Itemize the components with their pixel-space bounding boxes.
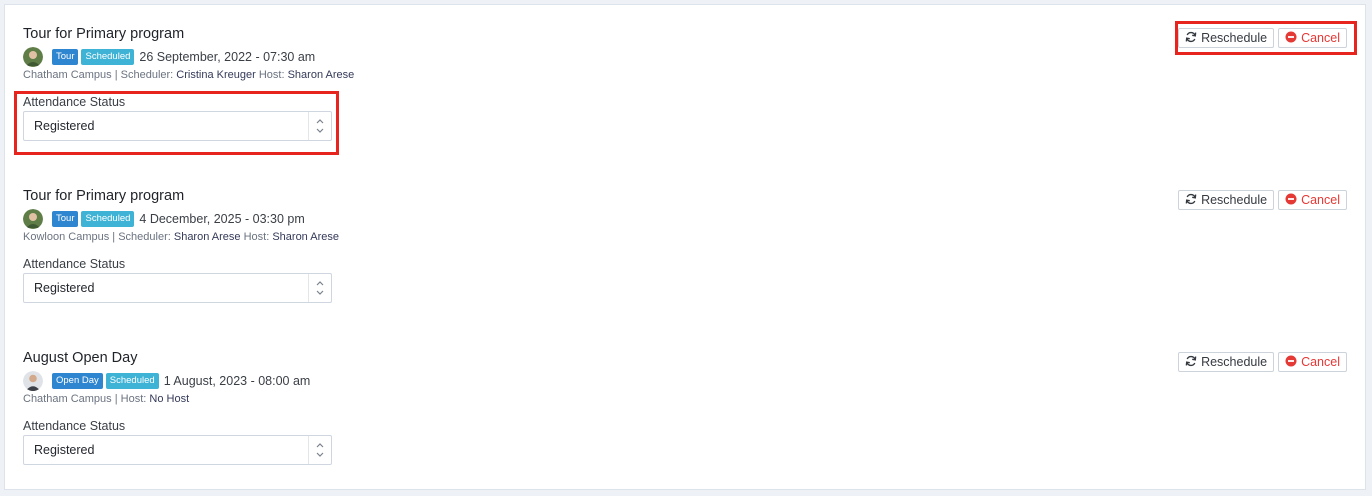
campus-name: Kowloon Campus <box>23 231 110 243</box>
reschedule-label: Reschedule <box>1201 355 1268 369</box>
cancel-label: Cancel <box>1301 193 1340 207</box>
host-label: Host: <box>120 393 147 405</box>
minus-circle-icon <box>1285 355 1297 370</box>
select-arrows-icon <box>308 112 331 140</box>
attendance-status-value: Registered <box>34 281 95 295</box>
status-badge: Scheduled <box>81 211 135 227</box>
refresh-icon <box>1185 355 1197 370</box>
event-actions: Reschedule Cancel <box>1178 190 1347 210</box>
attendance-status-select[interactable]: Registered <box>23 273 332 303</box>
event-type-badge: Tour <box>52 49 79 65</box>
event-item: August Open Day Open Day Scheduled 1 Aug… <box>5 350 1365 490</box>
events-panel: Tour for Primary program Tour Scheduled … <box>4 4 1366 490</box>
event-datetime: 1 August, 2023 - 08:00 am <box>163 374 311 388</box>
attendance-status-select[interactable]: Registered <box>23 435 332 465</box>
avatar <box>23 209 43 229</box>
minus-circle-icon <box>1285 193 1297 208</box>
status-badge: Scheduled <box>105 373 159 389</box>
event-datetime: 26 September, 2022 - 07:30 am <box>139 50 316 64</box>
reschedule-button[interactable]: Reschedule <box>1178 352 1275 372</box>
reschedule-label: Reschedule <box>1201 31 1268 45</box>
avatar <box>23 371 43 391</box>
event-meta: Tour Scheduled 26 September, 2022 - 07:3… <box>23 47 316 67</box>
attendance-status-value: Registered <box>34 443 95 457</box>
event-type-badge: Tour <box>52 211 79 227</box>
cancel-button[interactable]: Cancel <box>1278 190 1347 210</box>
minus-circle-icon <box>1285 31 1297 46</box>
event-title: Tour for Primary program <box>23 188 185 204</box>
cancel-button[interactable]: Cancel <box>1278 28 1347 48</box>
cancel-button[interactable]: Cancel <box>1278 352 1347 372</box>
refresh-icon <box>1185 193 1197 208</box>
select-arrows-icon <box>308 436 331 464</box>
event-title: August Open Day <box>23 350 138 366</box>
host-label: Host: <box>243 231 270 243</box>
event-details: Chatham Campus | Host: No Host <box>23 393 190 405</box>
avatar <box>23 47 43 67</box>
host-name: Sharon Arese <box>272 231 339 243</box>
scheduler-label: Scheduler: <box>118 231 171 243</box>
host-name: No Host <box>149 393 190 405</box>
event-type-badge: Open Day <box>52 373 103 389</box>
event-meta: Tour Scheduled 4 December, 2025 - 03:30 … <box>23 209 305 229</box>
attendance-status-label: Attendance Status <box>23 257 126 271</box>
event-title: Tour for Primary program <box>23 26 185 42</box>
event-meta: Open Day Scheduled 1 August, 2023 - 08:0… <box>23 371 311 391</box>
campus-name: Chatham Campus <box>23 393 112 405</box>
scheduler-label: Scheduler: <box>120 69 174 81</box>
host-name: Sharon Arese <box>287 69 355 81</box>
event-details: Kowloon Campus | Scheduler: Sharon Arese… <box>23 231 339 243</box>
status-badge: Scheduled <box>81 49 135 65</box>
campus-name: Chatham Campus <box>23 69 112 81</box>
attendance-status-label: Attendance Status <box>23 95 126 109</box>
host-label: Host: <box>258 69 285 81</box>
attendance-status-select[interactable]: Registered <box>23 111 332 141</box>
cancel-label: Cancel <box>1301 355 1340 369</box>
event-datetime: 4 December, 2025 - 03:30 pm <box>139 212 305 226</box>
refresh-icon <box>1185 31 1197 46</box>
cancel-label: Cancel <box>1301 31 1340 45</box>
event-details: Chatham Campus | Scheduler: Cristina Kre… <box>23 69 355 81</box>
reschedule-label: Reschedule <box>1201 193 1268 207</box>
reschedule-button[interactable]: Reschedule <box>1178 190 1275 210</box>
select-arrows-icon <box>308 274 331 302</box>
event-item: Tour for Primary program Tour Scheduled … <box>5 26 1365 166</box>
event-actions: Reschedule Cancel <box>1178 28 1347 48</box>
attendance-status-label: Attendance Status <box>23 419 126 433</box>
reschedule-button[interactable]: Reschedule <box>1178 28 1275 48</box>
event-actions: Reschedule Cancel <box>1178 352 1347 372</box>
attendance-status-value: Registered <box>34 119 95 133</box>
scheduler-name: Cristina Kreuger <box>176 69 256 81</box>
event-item: Tour for Primary program Tour Scheduled … <box>5 188 1365 328</box>
scheduler-name: Sharon Arese <box>173 231 241 243</box>
